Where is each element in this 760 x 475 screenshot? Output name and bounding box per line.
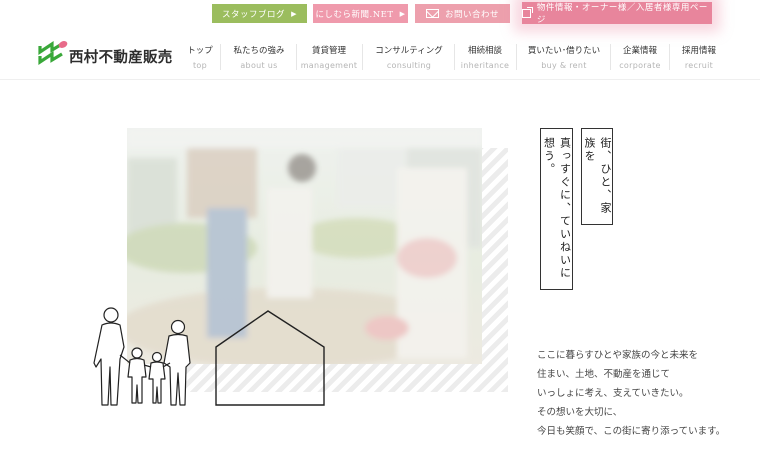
nav-label: トップ xyxy=(187,46,213,56)
contact-button[interactable]: お問い合わせ xyxy=(415,4,510,23)
nav-divider xyxy=(610,44,611,70)
nav-sublabel: consulting xyxy=(386,61,432,70)
nav-divider xyxy=(362,44,363,70)
nav-sublabel: recruit xyxy=(684,61,714,70)
nav-item-top[interactable]: トップ top xyxy=(183,44,217,70)
nav-divider xyxy=(516,44,517,70)
header-divider xyxy=(0,79,760,80)
news-label: にしむら新聞.NET xyxy=(315,9,394,20)
nav-item-recruit[interactable]: 採用情報 recruit xyxy=(676,44,722,70)
tagline-box: 真っすぐに、ていねいに想う。 xyxy=(540,128,573,290)
nav-divider xyxy=(454,44,455,70)
tagline-text: 真っすぐに、ていねいに想う。 xyxy=(542,137,572,280)
nav-item-inheritance[interactable]: 相続相談 inheritance xyxy=(459,44,511,70)
nav-item-management[interactable]: 賃貸管理 management xyxy=(300,44,358,70)
hero-paragraph: ここに暮らすひとや家族の今と未来を 住まい、土地、不動産を通じて いっしょに考え… xyxy=(537,346,725,441)
staff-blog-label: スタッフブログ xyxy=(222,9,286,20)
nav-divider xyxy=(220,44,221,70)
mail-icon xyxy=(425,9,439,18)
nav-item-about[interactable]: 私たちの強み about us xyxy=(226,44,292,70)
paragraph-line: 今日も笑顔で、この街に寄り添っています。 xyxy=(537,426,726,437)
arrow-right-icon: ▶ xyxy=(291,9,297,18)
house-outline-icon xyxy=(215,310,325,406)
external-link-icon xyxy=(522,6,533,18)
paragraph-line: ここに暮らすひとや家族の今と未来を xyxy=(537,350,699,361)
nav-item-consulting[interactable]: コンサルティング consulting xyxy=(368,44,450,70)
staff-blog-button[interactable]: スタッフブログ ▶ xyxy=(212,4,307,23)
paragraph-line: 住まい、土地、不動産を通じて xyxy=(537,369,671,380)
nav-label: 相続相談 xyxy=(467,46,502,56)
paragraph-line: その想いを大切に、 xyxy=(537,407,623,418)
nav-sublabel: corporate xyxy=(619,61,661,70)
nav-label: 買いたい･借りたい xyxy=(527,46,601,56)
tagline-text: 街、ひと、家族を xyxy=(583,137,612,215)
nav-item-buy-rent[interactable]: 買いたい･借りたい buy & rent xyxy=(522,44,606,70)
nav-item-corporate[interactable]: 企業情報 corporate xyxy=(616,44,664,70)
arrow-right-icon: ▶ xyxy=(399,9,406,18)
nav-divider xyxy=(296,44,297,70)
main-nav: トップ top 私たちの強み about us 賃貸管理 management … xyxy=(0,44,760,72)
nav-sublabel: about us xyxy=(240,61,278,70)
nav-sublabel: inheritance xyxy=(460,61,510,70)
nav-label: 賃貸管理 xyxy=(311,46,346,56)
nav-label: コンサルティング xyxy=(375,46,443,56)
stripe-decoration xyxy=(482,148,508,364)
paragraph-line: いっしょに考え、支えていきたい。 xyxy=(537,388,689,399)
news-button[interactable]: にしむら新聞.NET ▶ xyxy=(313,4,408,23)
nav-sublabel: top xyxy=(192,61,207,70)
tagline-box: 街、ひと、家族を xyxy=(581,128,613,225)
nav-label: 私たちの強み xyxy=(233,46,285,56)
owner-page-button[interactable]: 物件情報・オーナー様／入居者様専用ページ xyxy=(522,2,712,25)
contact-label: お問い合わせ xyxy=(444,9,499,20)
nav-sublabel: buy & rent xyxy=(541,61,587,70)
nav-sublabel: management xyxy=(300,61,358,70)
nav-label: 企業情報 xyxy=(622,46,657,56)
nav-label: 採用情報 xyxy=(681,46,716,56)
family-illustration-icon xyxy=(93,307,191,406)
nav-divider xyxy=(669,44,670,70)
owner-page-label: 物件情報・オーナー様／入居者様専用ページ xyxy=(536,3,708,25)
